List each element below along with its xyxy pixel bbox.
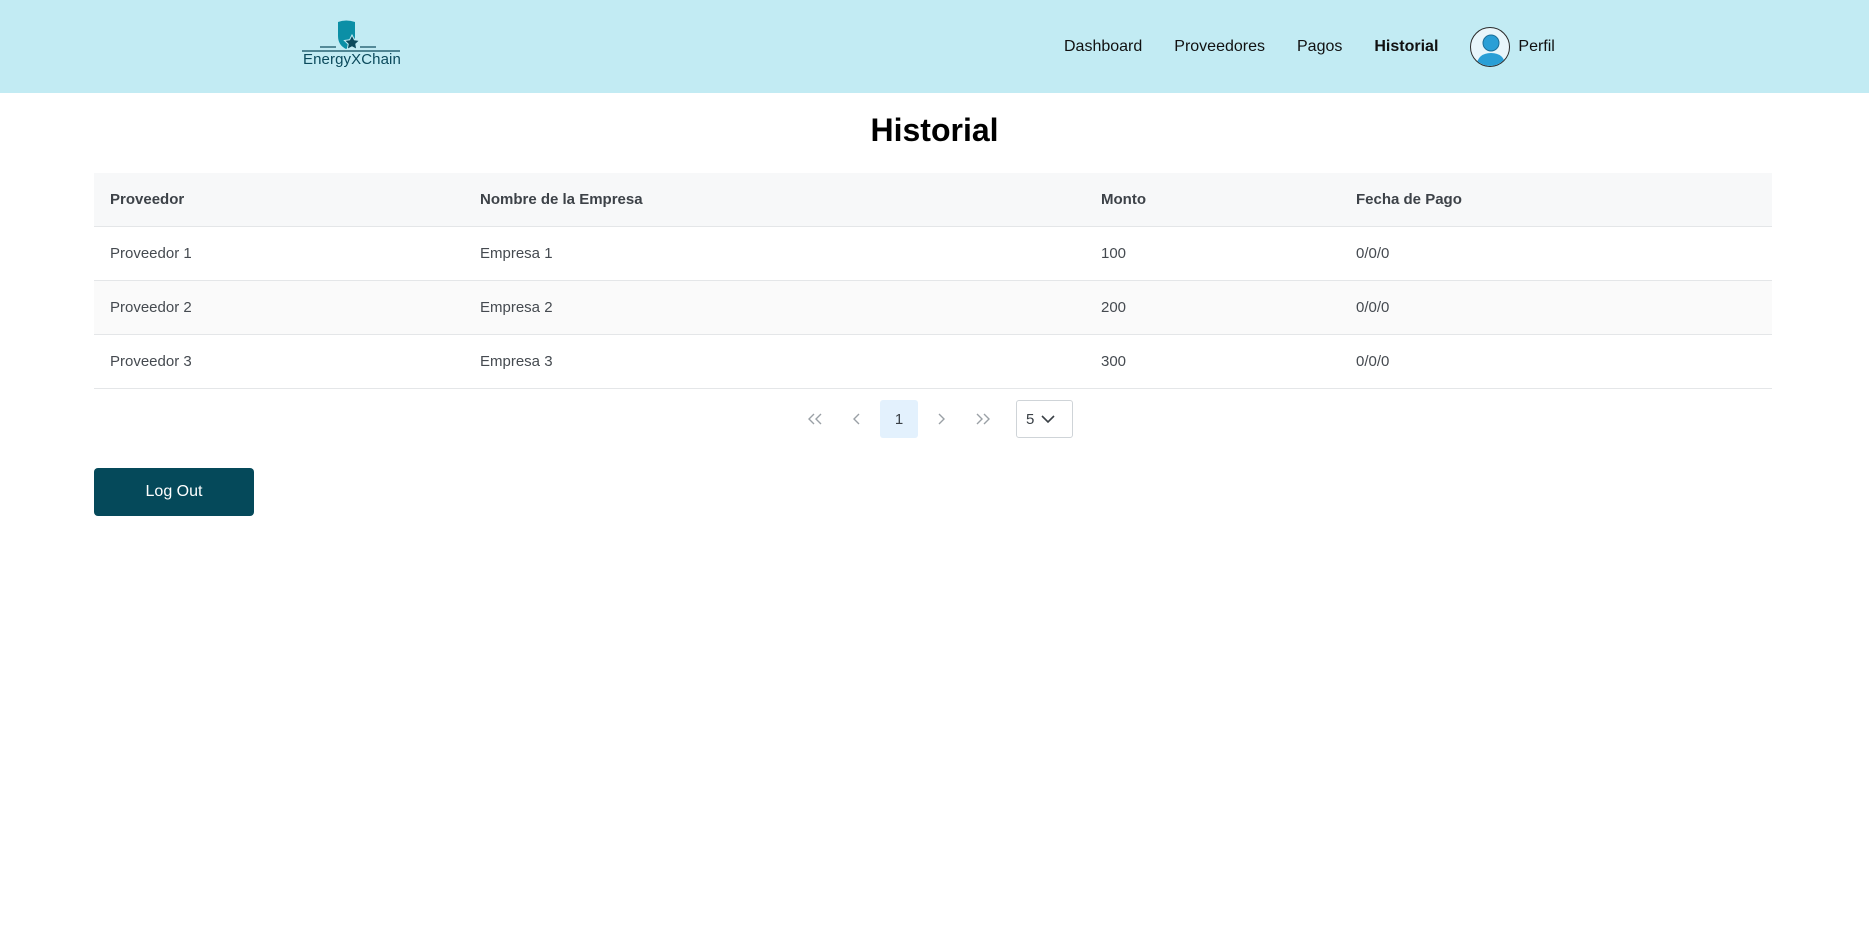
table-row[interactable]: Proveedor 2 Empresa 2 200 0/0/0 bbox=[94, 281, 1772, 335]
logout-button[interactable]: Log Out bbox=[94, 468, 254, 516]
cell-empresa: Empresa 1 bbox=[480, 245, 553, 262]
table-row[interactable]: Proveedor 3 Empresa 3 300 0/0/0 bbox=[94, 335, 1772, 389]
nav-item-historial[interactable]: Historial bbox=[1374, 38, 1438, 56]
cell-proveedor: Proveedor 2 bbox=[110, 299, 192, 316]
cell-empresa: Empresa 2 bbox=[480, 299, 553, 316]
nav-item-pagos[interactable]: Pagos bbox=[1297, 38, 1342, 56]
cell-fecha-pago: 0/0/0 bbox=[1356, 299, 1390, 316]
nav-item-proveedores[interactable]: Proveedores bbox=[1174, 38, 1265, 56]
top-navbar: EnergyXChain Dashboard Proveedores Pagos… bbox=[0, 0, 1869, 93]
column-header-empresa[interactable]: Nombre de la Empresa bbox=[464, 191, 1085, 208]
next-page-button[interactable] bbox=[922, 400, 960, 438]
logo-shield-icon bbox=[302, 20, 400, 52]
chevron-right-icon bbox=[938, 413, 945, 425]
last-page-button[interactable] bbox=[964, 400, 1002, 438]
prev-page-button[interactable] bbox=[838, 400, 876, 438]
chevron-left-icon bbox=[853, 413, 860, 425]
page-size-select[interactable]: 5 bbox=[1016, 400, 1073, 438]
profile-menu[interactable]: Perfil bbox=[1470, 26, 1555, 67]
cell-empresa: Empresa 3 bbox=[480, 353, 553, 370]
table-row[interactable]: Proveedor 1 Empresa 1 100 0/0/0 bbox=[94, 227, 1772, 281]
brand-logo[interactable]: EnergyXChain bbox=[300, 18, 402, 70]
column-header-monto[interactable]: Monto bbox=[1085, 191, 1340, 208]
chevron-down-icon bbox=[1041, 415, 1055, 424]
nav-item-dashboard[interactable]: Dashboard bbox=[1064, 38, 1142, 56]
profile-label: Perfil bbox=[1518, 37, 1555, 55]
cell-fecha-pago: 0/0/0 bbox=[1356, 245, 1390, 262]
page-title: Historial bbox=[870, 112, 999, 148]
page-size-value: 5 bbox=[1026, 410, 1035, 428]
main-nav: Dashboard Proveedores Pagos Historial Pe… bbox=[1064, 0, 1555, 93]
brand-name: EnergyXChain bbox=[303, 51, 401, 68]
column-header-fecha-pago[interactable]: Fecha de Pago bbox=[1340, 191, 1772, 208]
page-button-current[interactable]: 1 bbox=[880, 400, 918, 438]
cell-monto: 200 bbox=[1101, 299, 1127, 316]
double-chevron-left-icon bbox=[808, 413, 822, 425]
history-table: Proveedor Nombre de la Empresa Monto Fec… bbox=[94, 173, 1772, 389]
first-page-button[interactable] bbox=[796, 400, 834, 438]
table-header-row: Proveedor Nombre de la Empresa Monto Fec… bbox=[94, 173, 1772, 227]
avatar[interactable] bbox=[1470, 26, 1511, 67]
cell-monto: 100 bbox=[1101, 245, 1127, 262]
pagination: 1 5 bbox=[796, 400, 1073, 438]
column-header-proveedor[interactable]: Proveedor bbox=[94, 191, 464, 208]
double-chevron-right-icon bbox=[976, 413, 990, 425]
cell-proveedor: Proveedor 1 bbox=[110, 245, 192, 262]
cell-fecha-pago: 0/0/0 bbox=[1356, 353, 1390, 370]
cell-monto: 300 bbox=[1101, 353, 1127, 370]
user-avatar-icon bbox=[1476, 34, 1507, 66]
cell-proveedor: Proveedor 3 bbox=[110, 353, 192, 370]
